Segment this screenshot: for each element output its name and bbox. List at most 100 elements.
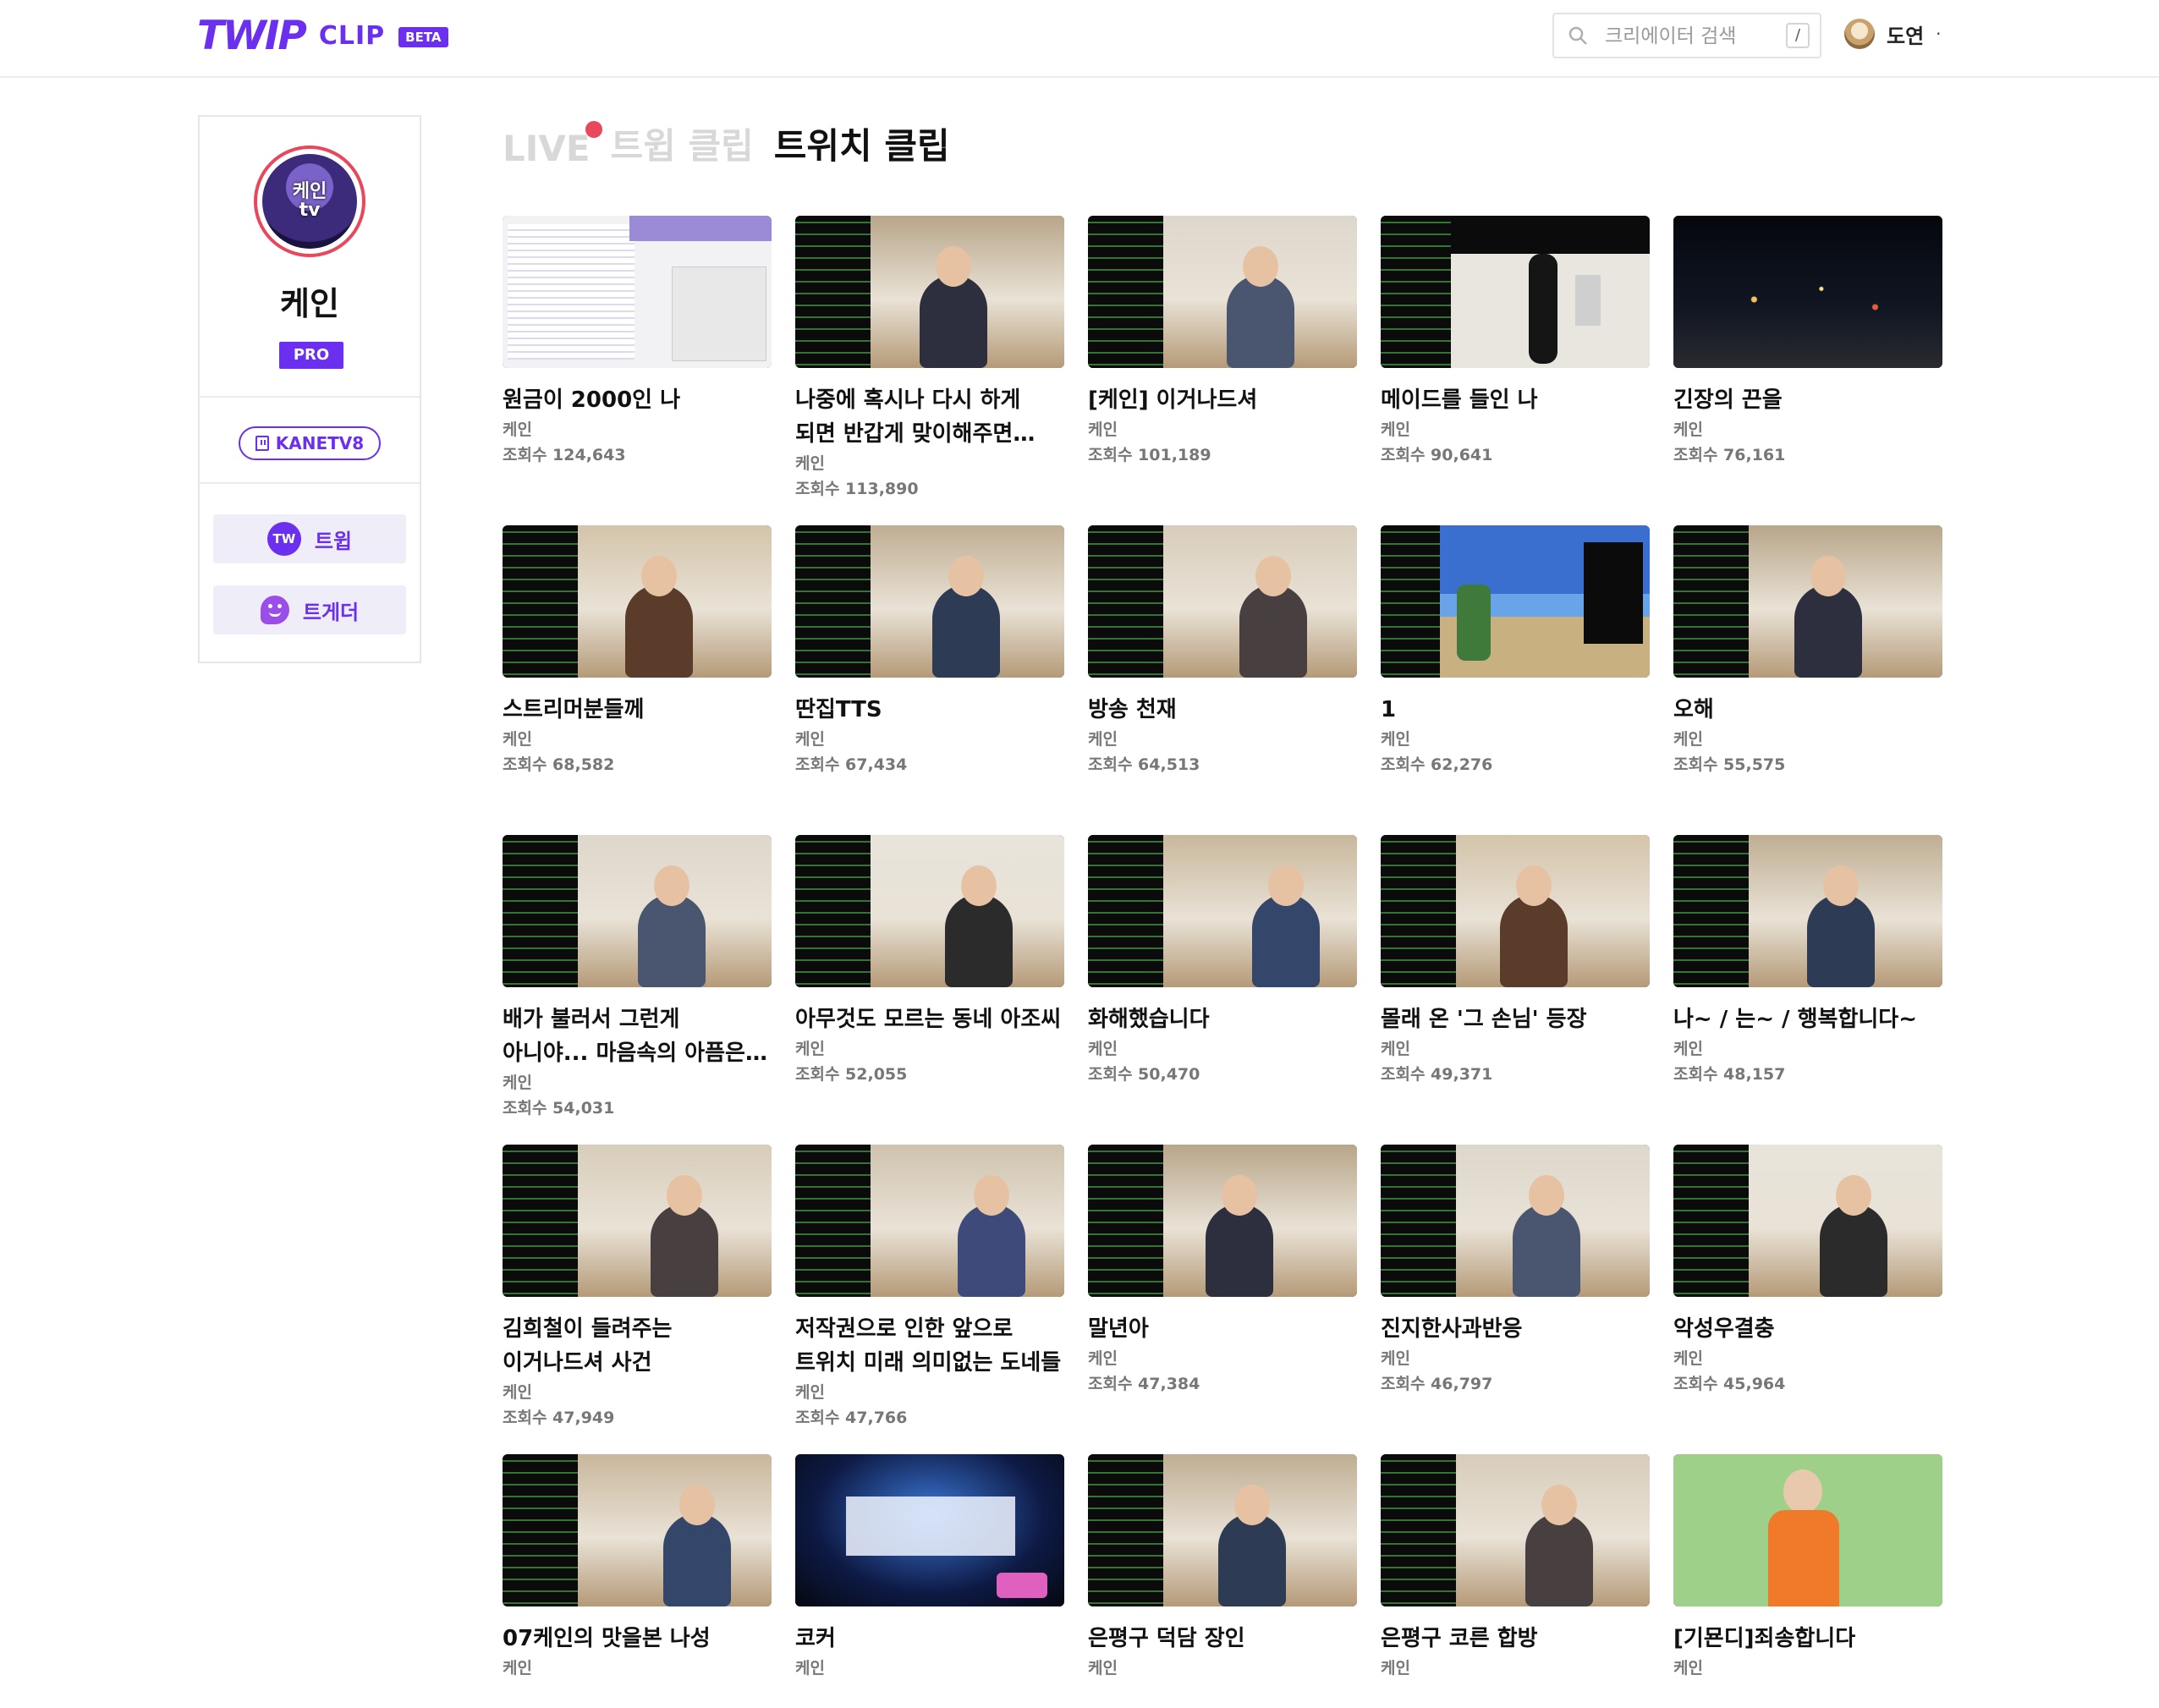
clip-card[interactable]: 나~ / 는~ / 행복합니다~ 케인조회수 48,157 (1673, 835, 1942, 1145)
clip-view-count: 조회수 48,157 (1673, 1065, 1786, 1084)
clip-thumbnail[interactable] (1673, 835, 1942, 987)
clip-thumbnail[interactable] (795, 1454, 1064, 1606)
clip-channel-name: 케인 (503, 730, 532, 749)
clip-view-count: 조회수 47,384 (1088, 1375, 1200, 1393)
clip-thumbnail[interactable] (1673, 1454, 1942, 1606)
clip-thumbnail[interactable] (1381, 525, 1650, 678)
clip-title[interactable]: 나~ / 는~ / 행복합니다~ (1673, 1002, 1942, 1036)
clip-card[interactable]: 몰래 온 '그 손님' 등장 케인 조회수 49,371 (1381, 835, 1650, 1145)
clip-thumbnail[interactable] (1673, 525, 1942, 678)
clip-thumbnail[interactable] (1673, 1145, 1942, 1297)
clip-thumbnail[interactable] (795, 525, 1064, 678)
clip-title[interactable]: 코커 (795, 1622, 1064, 1656)
clip-thumbnail[interactable] (795, 216, 1064, 368)
clip-card[interactable]: 악성우결충 케인 조회수 45,964 (1673, 1145, 1942, 1454)
clip-card[interactable]: 07케인의 맛을본 나성 케인 (503, 1454, 772, 1708)
clip-thumbnail[interactable] (795, 1145, 1064, 1297)
clip-title[interactable]: 배가 불러서 그런게 아니야... 마음속의 아픔은 참 당해보... (503, 1002, 772, 1070)
clip-thumbnail[interactable] (503, 835, 772, 987)
clip-card[interactable]: 말년아케인조회수 47,384 (1088, 1145, 1357, 1454)
clip-title[interactable]: 07케인의 맛을본 나성 (503, 1622, 772, 1656)
clip-card[interactable]: 아무것도 모르는 동네 아조씨케인조회수 52,055 (795, 835, 1064, 1145)
clip-title[interactable]: 나중에 혹시나 다시 하게 되면 반갑게 맞이해주면 되겠지.... (795, 383, 1064, 451)
clip-title[interactable]: 은평구 덕담 장인 (1088, 1622, 1357, 1656)
clip-title[interactable]: 아무것도 모르는 동네 아조씨 (795, 1002, 1064, 1036)
clip-card[interactable]: [기묜디]죄송합니다 케인 (1673, 1454, 1942, 1708)
clip-card[interactable]: 배가 불러서 그런게 아니야... 마음속의 아픔은 참 당해보... 케인조회수… (503, 835, 772, 1145)
clip-thumbnail[interactable] (1381, 1145, 1650, 1297)
clip-card[interactable]: 진지한사과반응 케인 조회수 46,797 (1381, 1145, 1650, 1454)
clip-view-count: 조회수 50,470 (1088, 1065, 1200, 1084)
clip-card[interactable]: 오해 케인 조회수 55,575 (1673, 525, 1942, 835)
tab-twitch-clip[interactable]: 트위치 클립 (774, 118, 950, 169)
tgd-button[interactable]: 트게더 (213, 585, 406, 634)
clip-card[interactable]: 메이드를 들인 나 케인 조회수 90,641 (1381, 216, 1650, 525)
clip-title[interactable]: [기묜디]죄송합니다 (1673, 1622, 1942, 1656)
clip-card[interactable]: 스트리머분들께 케인 조회수 68,582 (503, 525, 772, 835)
tab-live[interactable]: LIVE (503, 121, 602, 169)
clip-card[interactable]: 긴장의 끈을 케인 조회수 76,161 (1673, 216, 1942, 525)
clip-channel-name: 케인 (1088, 1349, 1118, 1368)
clip-title[interactable]: 메이드를 들인 나 (1381, 383, 1650, 417)
clip-title[interactable]: 몰래 온 '그 손님' 등장 (1381, 1002, 1650, 1036)
clip-title[interactable]: 오해 (1673, 693, 1942, 727)
clip-view-count: 조회수 54,031 (503, 1099, 615, 1118)
clip-thumbnail[interactable] (1088, 525, 1357, 678)
clip-title[interactable]: 저작권으로 인한 앞으로 트위치 미래 의미없는 도네들 (795, 1312, 1064, 1380)
clip-thumbnail[interactable] (503, 525, 772, 678)
twip-button[interactable]: TW 트윕 (213, 514, 406, 563)
clip-title[interactable]: 원금이 2000인 나 (503, 383, 772, 417)
clip-title[interactable]: 스트리머분들께 (503, 693, 772, 727)
tab-twip-clip[interactable]: 트윕 클립 (611, 118, 754, 169)
clip-title[interactable]: 말년아 (1088, 1312, 1357, 1346)
clip-thumbnail[interactable] (1381, 216, 1650, 368)
clip-title[interactable]: 은평구 코른 합방 (1381, 1622, 1650, 1656)
twip-clip-logo[interactable]: TWIP CLIP BETA (197, 10, 448, 61)
clip-thumbnail[interactable] (1381, 1454, 1650, 1606)
clip-title[interactable]: 화해했습니다 (1088, 1002, 1357, 1036)
clip-card[interactable]: 1 케인 조회수 62,276 (1381, 525, 1650, 835)
search-input[interactable] (1603, 19, 1776, 53)
clip-thumbnail[interactable] (1088, 835, 1357, 987)
clip-card[interactable]: [케인] 이거나드셔 케인 조회수 101,189 (1088, 216, 1357, 525)
clip-title[interactable]: 방송 천재 (1088, 693, 1357, 727)
clip-card[interactable]: 김희철이 들려주는 이거나드셔 사건 케인 조회수 47,949 (503, 1145, 772, 1454)
clip-thumbnail[interactable] (1088, 1454, 1357, 1606)
clip-card[interactable]: 원금이 2000인 나 케인 조회수 124,643 (503, 216, 772, 525)
pro-badge: PRO (279, 342, 343, 369)
logo-text: TWIP (197, 12, 307, 59)
clip-card[interactable]: 저작권으로 인한 앞으로 트위치 미래 의미없는 도네들 케인 조회수 47,766 (795, 1145, 1064, 1454)
user-menu[interactable]: 도연 · (1844, 15, 1942, 52)
clip-thumbnail[interactable] (503, 1145, 772, 1297)
clip-channel-name: 케인 (1673, 1040, 1703, 1058)
clip-title[interactable]: 1 (1381, 693, 1650, 727)
user-name: 도연 (1887, 24, 1925, 48)
clip-title[interactable]: 김희철이 들려주는 이거나드셔 사건 (503, 1312, 772, 1380)
clip-title[interactable]: 악성우결충 (1673, 1312, 1942, 1346)
clip-view-count: 조회수 64,513 (1088, 755, 1200, 774)
clip-card[interactable]: 은평구 코른 합방 케인 (1381, 1454, 1650, 1708)
clip-thumbnail[interactable] (1088, 1145, 1357, 1297)
clip-card[interactable]: 방송 천재 케인 조회수 64,513 (1088, 525, 1357, 835)
clip-thumbnail[interactable] (503, 1454, 772, 1606)
clip-view-count: 조회수 52,055 (795, 1065, 908, 1084)
clip-thumbnail[interactable] (795, 835, 1064, 987)
clip-title[interactable]: 딴집TTS (795, 693, 1064, 727)
clip-title[interactable]: 진지한사과반응 (1381, 1312, 1650, 1346)
clip-tabs: LIVE 트윕 클립 트위치 클립 (503, 110, 950, 169)
clip-thumbnail[interactable] (1088, 216, 1357, 368)
clip-title[interactable]: 긴장의 끈을 (1673, 383, 1942, 417)
clip-title[interactable]: [케인] 이거나드셔 (1088, 383, 1357, 417)
clip-thumbnail[interactable] (503, 216, 772, 368)
clip-card[interactable]: 화해했습니다 케인 조회수 50,470 (1088, 835, 1357, 1145)
clip-card[interactable]: 딴집TTS 케인 조회수 67,434 (795, 525, 1064, 835)
twip-icon: TW (266, 522, 301, 556)
creator-search[interactable]: / (1552, 13, 1821, 58)
clip-thumbnail[interactable] (1381, 835, 1650, 987)
clip-card[interactable]: 은평구 덕담 장인 케인 (1088, 1454, 1357, 1708)
clip-channel-name: 케인 (795, 1040, 825, 1058)
clip-thumbnail[interactable] (1673, 216, 1942, 368)
clip-card[interactable]: 코커 케인 (795, 1454, 1064, 1708)
twitch-channel-link[interactable]: KANETV8 (239, 426, 381, 460)
clip-card[interactable]: 나중에 혹시나 다시 하게 되면 반갑게 맞이해주면 되겠지.... 케인조회수 … (795, 216, 1064, 525)
